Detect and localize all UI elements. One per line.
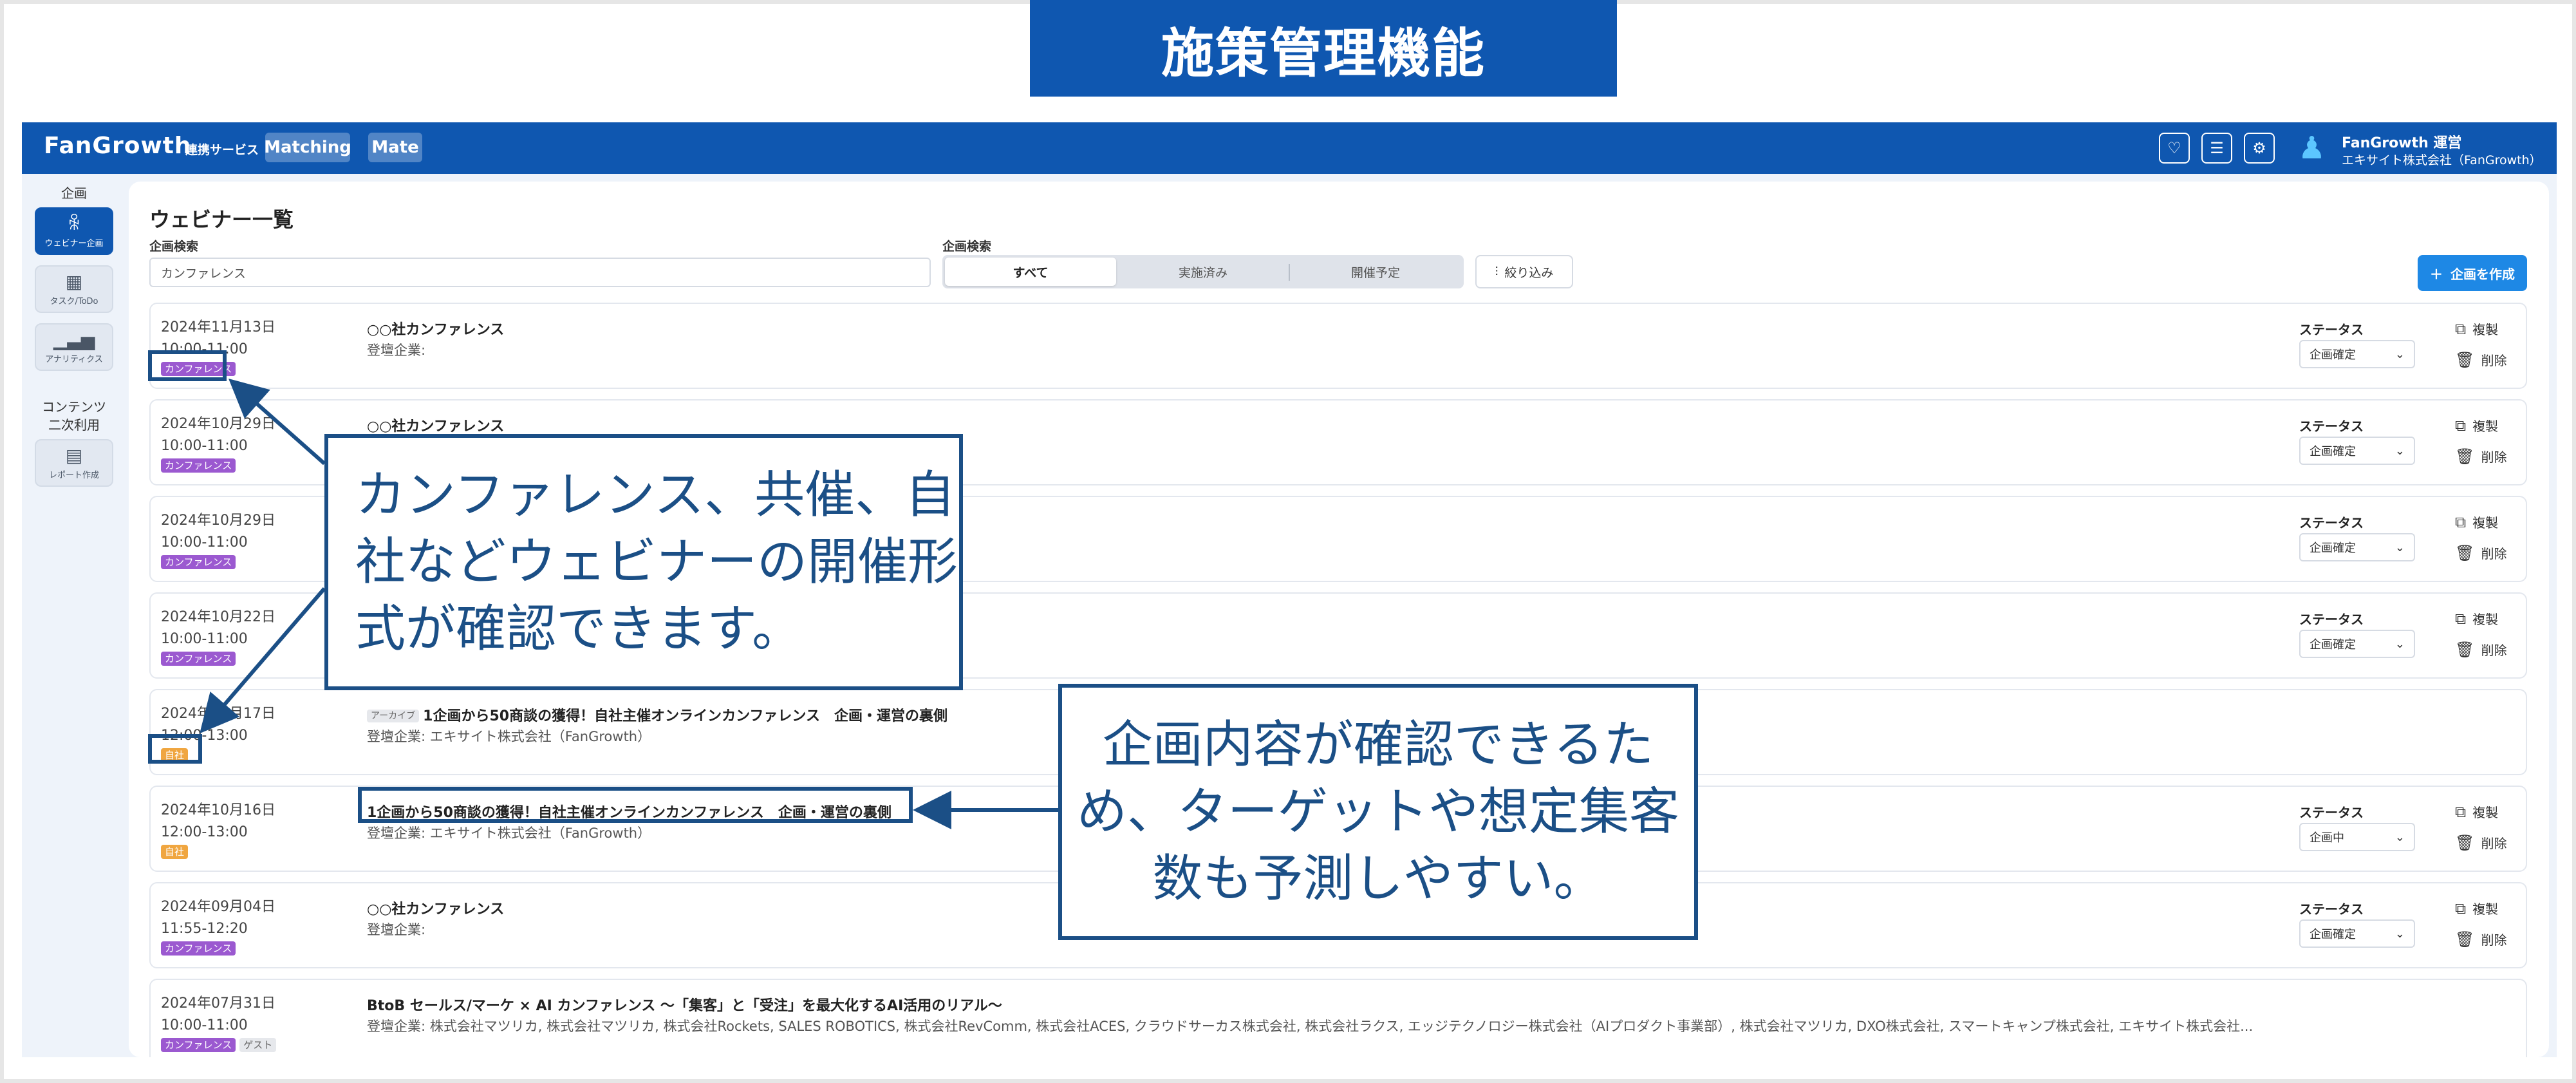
annotation-callout-content: 企画内容が確認できるため、ターゲットや想定集客数も予測しやすい。 (1058, 684, 1698, 940)
annotation-callout-format: カンファレンス、共催、自社などウェビナーの開催形式が確認できます。 (324, 434, 963, 690)
